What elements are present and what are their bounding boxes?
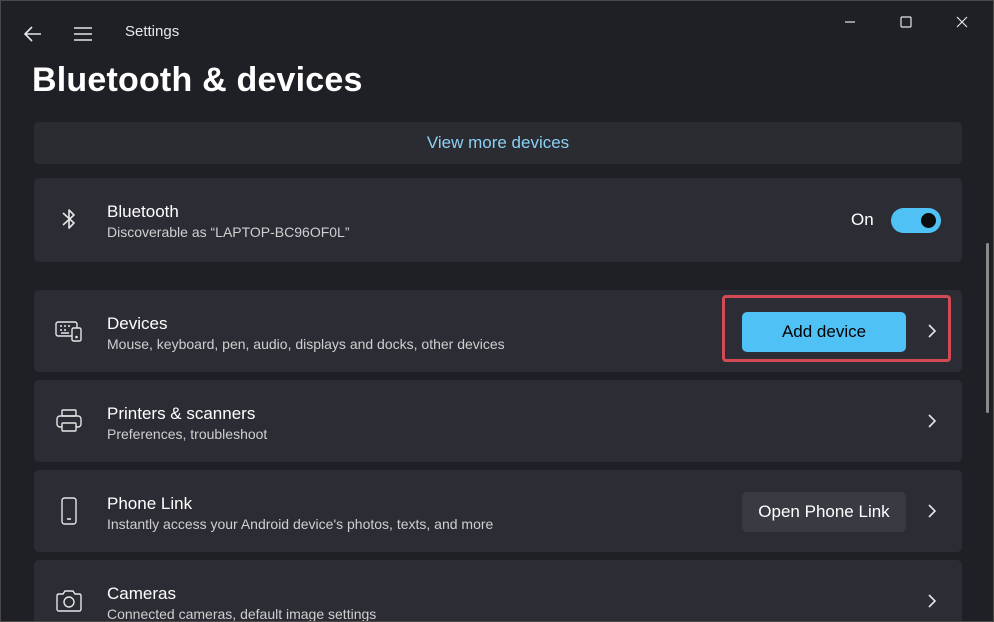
app-title: Settings <box>125 23 180 40</box>
keyboard-devices-icon <box>54 316 84 346</box>
phone-link-row[interactable]: Phone Link Instantly access your Android… <box>34 470 962 552</box>
bluetooth-toggle-label: On <box>851 210 874 229</box>
chevron-right-icon <box>928 504 937 518</box>
vertical-scrollbar[interactable] <box>986 243 989 413</box>
back-button[interactable] <box>19 21 47 47</box>
printers-subtitle: Preferences, troubleshoot <box>107 426 268 442</box>
navigation-menu-button[interactable] <box>69 21 97 47</box>
maximize-button[interactable] <box>883 7 929 37</box>
devices-subtitle: Mouse, keyboard, pen, audio, displays an… <box>107 336 505 352</box>
phone-link-title: Phone Link <box>107 494 193 513</box>
add-device-highlight-box <box>722 295 951 362</box>
bluetooth-subtitle: Discoverable as “LAPTOP-BC96OF0L” <box>107 224 350 240</box>
minimize-button[interactable] <box>827 7 873 37</box>
close-button[interactable] <box>939 7 985 37</box>
settings-window: Settings Bluetooth & devices View more d… <box>0 0 994 622</box>
minimize-icon <box>845 21 855 23</box>
printers-chevron[interactable] <box>924 410 940 432</box>
chevron-right-icon <box>928 414 937 428</box>
phone-icon <box>54 496 84 526</box>
open-phone-link-button[interactable]: Open Phone Link <box>742 492 906 532</box>
view-more-devices-button[interactable]: View more devices <box>34 122 962 164</box>
bluetooth-row: Bluetooth Discoverable as “LAPTOP-BC96OF… <box>34 178 962 262</box>
printer-icon <box>54 406 84 436</box>
cameras-subtitle: Connected cameras, default image setting… <box>107 606 377 622</box>
back-arrow-icon <box>24 26 41 42</box>
toggle-knob <box>921 213 936 228</box>
title-bar: Settings <box>1 1 993 65</box>
devices-title: Devices <box>107 314 168 333</box>
printers-scanners-row[interactable]: Printers & scanners Preferences, trouble… <box>34 380 962 462</box>
close-icon <box>956 16 968 28</box>
phone-link-chevron[interactable] <box>924 500 940 522</box>
cameras-chevron[interactable] <box>924 590 940 612</box>
cameras-title: Cameras <box>107 584 176 603</box>
cameras-row[interactable]: Cameras Connected cameras, default image… <box>34 560 962 622</box>
view-more-devices-label: View more devices <box>426 133 570 152</box>
bluetooth-icon <box>54 204 84 234</box>
hamburger-menu-icon <box>74 27 92 41</box>
bluetooth-toggle[interactable] <box>891 208 941 233</box>
printers-title: Printers & scanners <box>107 404 256 423</box>
maximize-icon <box>900 16 912 28</box>
bluetooth-title: Bluetooth <box>107 202 179 221</box>
camera-icon <box>54 586 84 616</box>
page-title: Bluetooth & devices <box>32 61 363 99</box>
chevron-right-icon <box>928 594 937 608</box>
phone-link-subtitle: Instantly access your Android device's p… <box>107 516 494 532</box>
